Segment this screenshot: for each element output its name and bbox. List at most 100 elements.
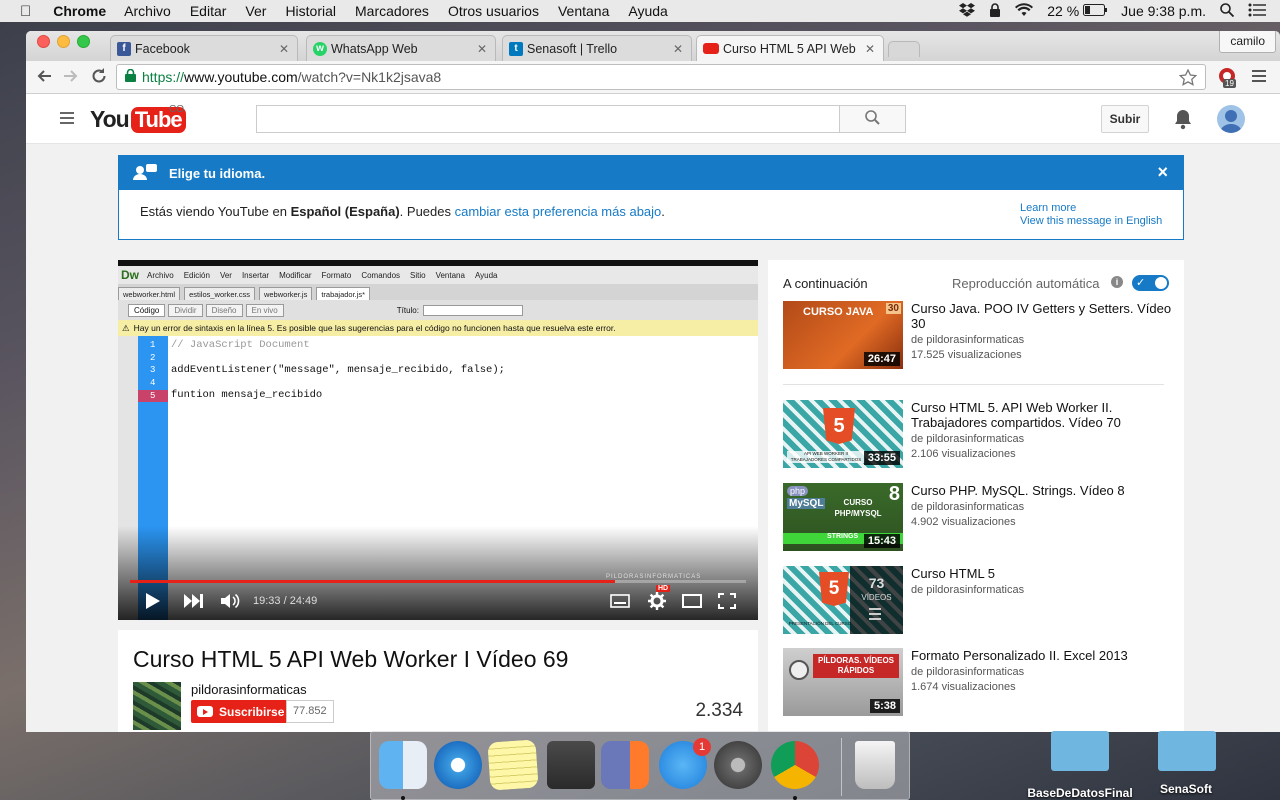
search-input[interactable]: [256, 105, 840, 133]
notes-icon[interactable]: [487, 739, 539, 791]
php-app-icon[interactable]: [601, 741, 649, 789]
tab-close-icon[interactable]: ✕: [477, 42, 487, 56]
dropbox-icon[interactable]: [959, 2, 976, 20]
chrome-icon[interactable]: [771, 741, 819, 789]
tab-whatsapp[interactable]: w WhatsApp Web ✕: [306, 35, 496, 61]
video-thumbnail[interactable]: 5 API WEB WORKER II TRABAJADORES COMPART…: [783, 400, 903, 468]
guide-menu-icon[interactable]: [60, 112, 74, 127]
banner-preference-link[interactable]: cambiar esta preferencia más abajo: [455, 204, 662, 219]
video-thumbnail[interactable]: CURSO JAVA 30 26:47: [783, 301, 903, 369]
autoplay-toggle[interactable]: ✓: [1132, 275, 1169, 291]
subtitles-icon[interactable]: [610, 594, 630, 611]
settings-gear-icon[interactable]: [648, 592, 666, 613]
spotlight-icon[interactable]: [1220, 2, 1235, 20]
bookmark-star-icon[interactable]: [1178, 68, 1198, 89]
video-thumbnail[interactable]: PÍLDORAS. VÍDEOS RÁPIDOS 5:38: [783, 648, 903, 716]
running-indicator: [401, 796, 405, 800]
video-title[interactable]: Curso HTML 5. API Web Worker II. Trabaja…: [911, 400, 1173, 430]
minimize-window-button[interactable]: [57, 35, 70, 48]
folder-icon[interactable]: [1051, 731, 1109, 771]
playlist-thumbnail[interactable]: 5 PRESENTACIÓN DEL CURSO 73 VÍDEOS: [783, 566, 903, 634]
system-preferences-icon[interactable]: [714, 741, 762, 789]
video-player[interactable]: Dw Archivo Edición Ver Insertar Modifica…: [118, 260, 758, 620]
new-tab-button[interactable]: [888, 41, 920, 57]
list-item[interactable]: CURSO JAVA 30 26:47 Curso Java. POO IV G…: [783, 301, 1173, 371]
search-button[interactable]: [839, 105, 906, 133]
desktop-folder-label[interactable]: BaseDeDatosFinal: [1020, 786, 1140, 800]
trash-icon[interactable]: [855, 741, 895, 789]
time-display: 19:33 / 24:49: [253, 595, 318, 607]
video-title[interactable]: Formato Personalizado II. Excel 2013: [911, 648, 1173, 663]
banner-close-icon[interactable]: ×: [1157, 163, 1168, 181]
reload-icon[interactable]: [91, 68, 107, 87]
banner-text-prefix: Estás viendo YouTube en: [140, 204, 291, 219]
tab-close-icon[interactable]: ✕: [865, 42, 875, 56]
learn-more-link[interactable]: Learn more: [1020, 202, 1076, 214]
apple-icon[interactable]: : [20, 3, 31, 20]
video-channel[interactable]: de pildorasinformaticas: [911, 334, 1024, 346]
menu-marcadores[interactable]: Marcadores: [355, 3, 429, 19]
wifi-icon[interactable]: [1015, 2, 1034, 20]
list-item[interactable]: 5 API WEB WORKER II TRABAJADORES COMPART…: [783, 400, 1173, 470]
dw-button: En vivo: [245, 303, 284, 317]
zoom-window-button[interactable]: [77, 35, 90, 48]
video-title[interactable]: Curso Java. POO IV Getters y Setters. Ví…: [911, 301, 1173, 331]
dw-warning: ⚠ Hay un error de sintaxis en la línea 5…: [118, 320, 758, 336]
tab-label: Curso HTML 5 API Web Wo: [723, 41, 859, 56]
profile-button[interactable]: camilo: [1219, 31, 1276, 53]
sublime-text-icon[interactable]: [547, 741, 595, 789]
dw-file-tab: webworker.js: [258, 287, 313, 300]
tab-facebook[interactable]: f Facebook ✕: [110, 35, 298, 61]
address-bar[interactable]: https://www.youtube.com/watch?v=Nk1k2jsa…: [116, 64, 1206, 90]
menu-otros-usuarios[interactable]: Otros usuarios: [448, 3, 539, 19]
tab-close-icon[interactable]: ✕: [673, 42, 683, 56]
battery-icon[interactable]: [1083, 3, 1108, 19]
menu-ventana[interactable]: Ventana: [558, 3, 609, 19]
line-number: 3: [150, 365, 156, 375]
tab-close-icon[interactable]: ✕: [279, 42, 289, 56]
menu-ver[interactable]: Ver: [245, 3, 266, 19]
video-channel[interactable]: de pildorasinformaticas: [911, 666, 1024, 678]
channel-name[interactable]: pildorasinformaticas: [191, 682, 307, 697]
video-channel[interactable]: de pildorasinformaticas: [911, 433, 1024, 445]
clock[interactable]: Jue 9:38 p.m.: [1121, 3, 1206, 19]
channel-avatar[interactable]: [133, 682, 181, 730]
video-title[interactable]: Curso HTML 5: [911, 566, 1173, 581]
fullscreen-icon[interactable]: [718, 593, 736, 612]
finder-icon[interactable]: [379, 741, 427, 789]
list-item[interactable]: php MySQL CURSO PHP/MYSQL 8 STRINGS 15:4…: [783, 483, 1173, 553]
tab-trello[interactable]: t Senasoft | Trello ✕: [502, 35, 692, 61]
play-icon[interactable]: [145, 592, 161, 613]
notifications-bell-icon[interactable]: [1173, 108, 1193, 133]
lock-icon[interactable]: [989, 2, 1001, 20]
close-window-button[interactable]: [37, 35, 50, 48]
folder-icon[interactable]: [1158, 731, 1216, 771]
theater-mode-icon[interactable]: [682, 594, 702, 611]
subscribe-button[interactable]: Suscribirse: [191, 700, 293, 723]
avatar[interactable]: [1217, 105, 1245, 133]
menu-editar[interactable]: Editar: [190, 3, 227, 19]
desktop-folder-label[interactable]: SenaSoft: [1126, 782, 1246, 796]
view-english-link[interactable]: View this message in English: [1020, 215, 1162, 227]
code-line: funtion mensaje_recibido: [171, 389, 323, 401]
safari-icon[interactable]: [434, 741, 482, 789]
back-icon[interactable]: [36, 68, 52, 87]
notification-center-icon[interactable]: [1248, 3, 1266, 20]
chrome-menu-icon[interactable]: [1252, 69, 1266, 86]
info-icon[interactable]: i: [1111, 276, 1123, 288]
menu-archivo[interactable]: Archivo: [124, 3, 171, 19]
forward-icon[interactable]: [63, 68, 79, 87]
video-thumbnail[interactable]: php MySQL CURSO PHP/MYSQL 8 STRINGS 15:4…: [783, 483, 903, 551]
video-title[interactable]: Curso PHP. MySQL. Strings. Vídeo 8: [911, 483, 1173, 498]
next-video-icon[interactable]: [184, 594, 204, 611]
tab-youtube[interactable]: y Curso HTML 5 API Web Wo ✕: [696, 35, 884, 61]
menu-historial[interactable]: Historial: [285, 3, 336, 19]
video-channel[interactable]: de pildorasinformaticas: [911, 584, 1024, 596]
video-channel[interactable]: de pildorasinformaticas: [911, 501, 1024, 513]
menu-app-name[interactable]: Chrome: [53, 3, 106, 19]
list-item[interactable]: 5 PRESENTACIÓN DEL CURSO 73 VÍDEOS Curso…: [783, 566, 1173, 636]
upload-button[interactable]: Subir: [1101, 105, 1149, 133]
list-item[interactable]: PÍLDORAS. VÍDEOS RÁPIDOS 5:38 Formato Pe…: [783, 648, 1173, 718]
menu-ayuda[interactable]: Ayuda: [628, 3, 667, 19]
volume-icon[interactable]: [221, 593, 241, 612]
